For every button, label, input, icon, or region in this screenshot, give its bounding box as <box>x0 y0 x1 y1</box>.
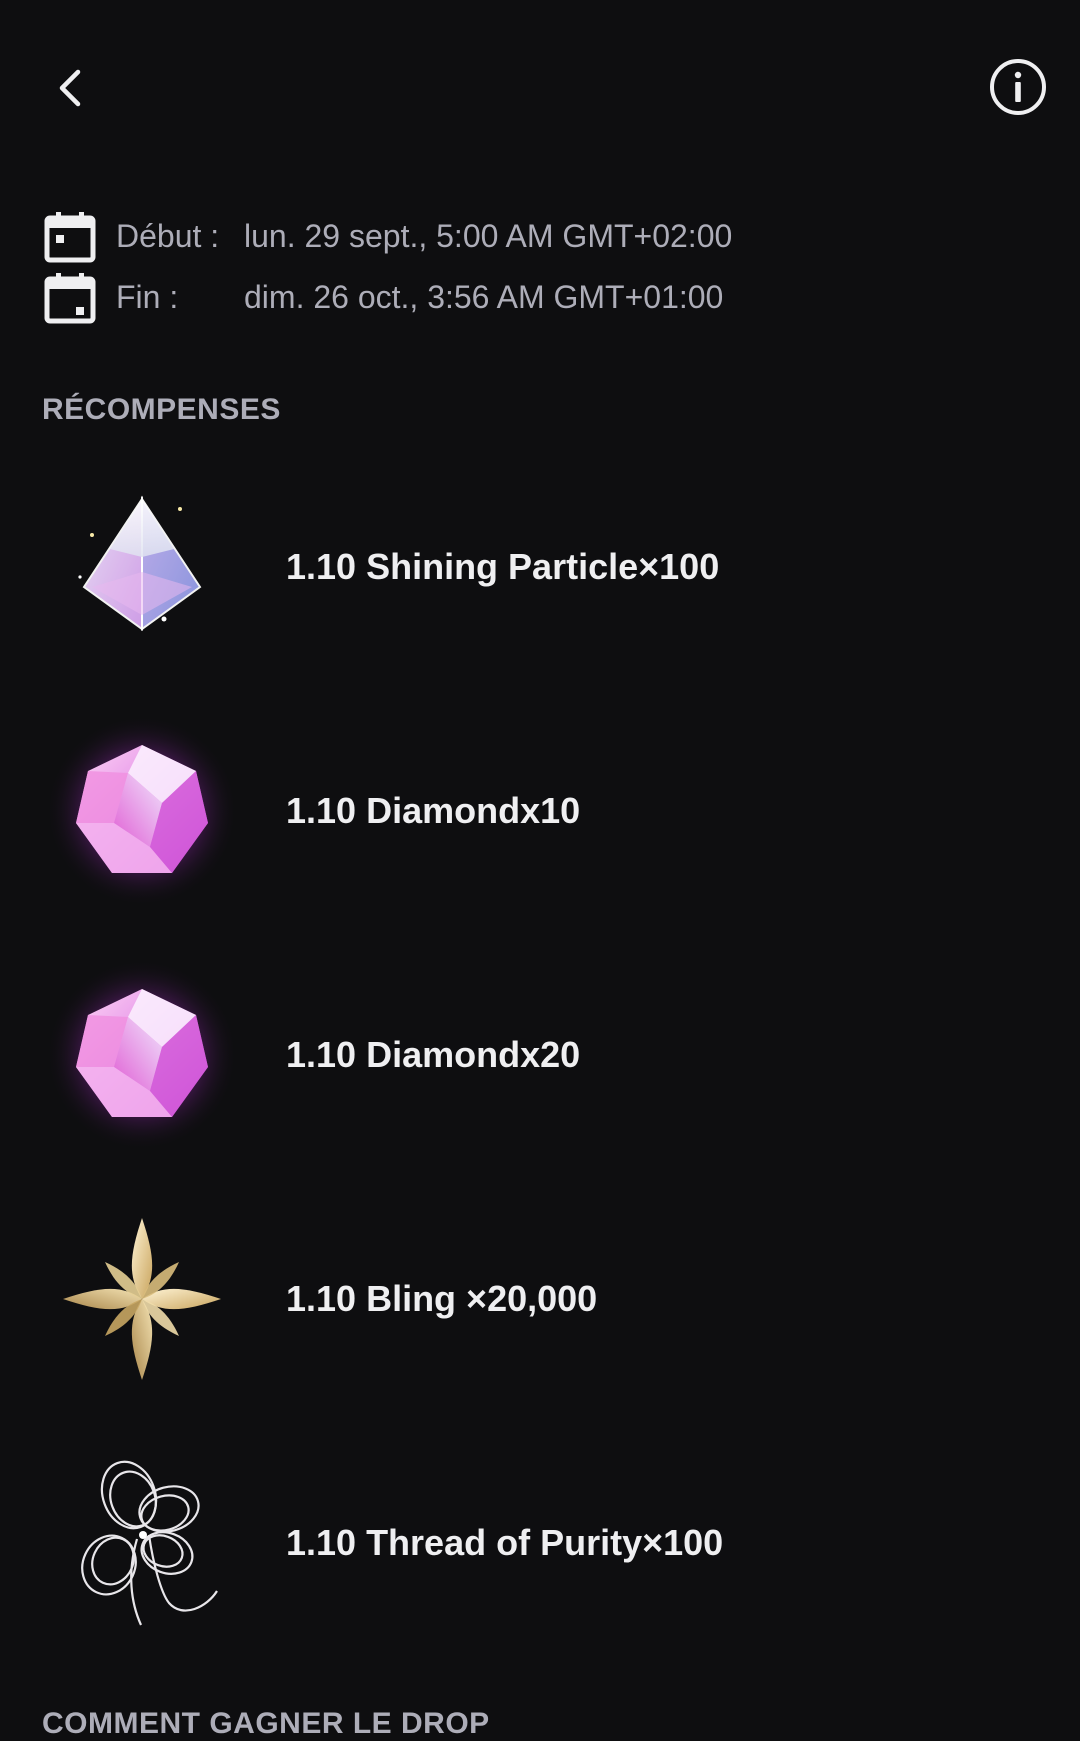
chevron-left-icon <box>59 69 81 107</box>
rewards-list: 1.10 Shining Particle×100 1.10 Diamondx1… <box>0 445 1080 1665</box>
reward-name: 1.10 Diamondx10 <box>286 790 581 831</box>
reward-name: 1.10 Bling ×20,000 <box>286 1278 598 1319</box>
reward-image <box>42 1199 242 1399</box>
start-date-row: Début : lun. 29 sept., 5:00 AM GMT+02:00 <box>42 206 1042 267</box>
thread-bow-icon <box>81 1460 218 1626</box>
diamond-gem-icon <box>46 715 238 907</box>
crystal-pyramid-icon <box>78 495 202 631</box>
info-circle-icon <box>990 59 1046 115</box>
drop-dates: Début : lun. 29 sept., 5:00 AM GMT+02:00… <box>42 206 1042 328</box>
start-date-label: Début : <box>116 218 220 254</box>
start-date-value: lun. 29 sept., 5:00 AM GMT+02:00 <box>244 218 733 254</box>
reward-item: 1.10 Diamondx20 <box>0 933 1080 1177</box>
reward-item: 1.10 Diamondx10 <box>0 689 1080 933</box>
diamond-gem-icon <box>46 959 238 1151</box>
rewards-section-title: RÉCOMPENSES <box>42 393 281 426</box>
reward-item: 1.10 Bling ×20,000 <box>0 1177 1080 1421</box>
how-to-earn-section-title: COMMENT GAGNER LE DROP <box>42 1707 490 1740</box>
reward-image <box>42 1443 242 1643</box>
calendar-icon <box>42 270 98 326</box>
reward-image <box>42 467 242 667</box>
reward-name: 1.10 Shining Particle×100 <box>286 546 720 587</box>
top-bar <box>0 0 1080 170</box>
reward-item: 1.10 Shining Particle×100 <box>0 445 1080 689</box>
end-date-value: dim. 26 oct., 3:56 AM GMT+01:00 <box>244 279 724 315</box>
back-button[interactable] <box>38 56 102 120</box>
gold-star-icon <box>63 1218 221 1380</box>
calendar-icon <box>42 209 98 265</box>
info-button[interactable] <box>985 54 1051 120</box>
reward-name: 1.10 Thread of Purity×100 <box>286 1522 724 1563</box>
reward-image <box>42 711 242 911</box>
end-date-row: Fin : dim. 26 oct., 3:56 AM GMT+01:00 <box>42 267 1042 328</box>
reward-image <box>42 955 242 1155</box>
end-date-label: Fin : <box>116 279 179 315</box>
reward-name: 1.10 Diamondx20 <box>286 1034 581 1075</box>
reward-item: 1.10 Thread of Purity×100 <box>0 1421 1080 1665</box>
